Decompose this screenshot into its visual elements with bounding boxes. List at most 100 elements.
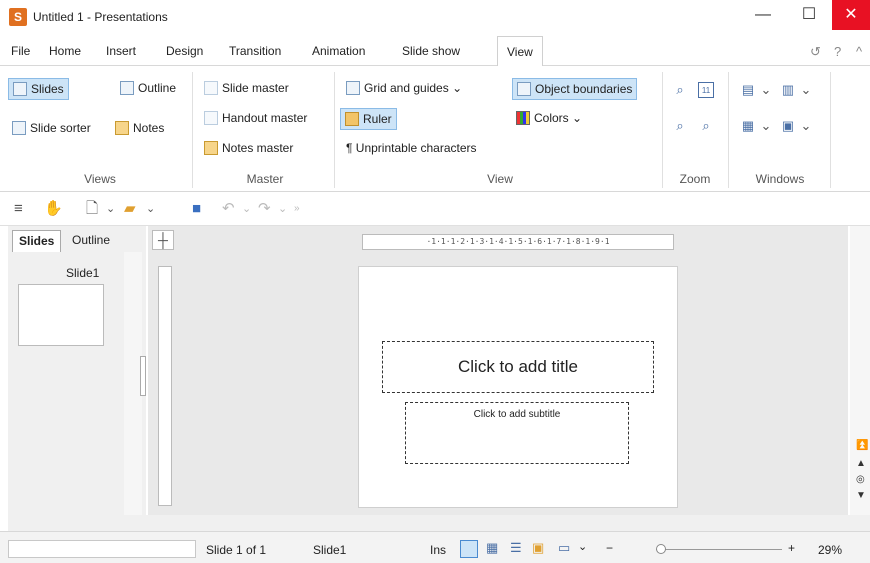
switch-window-icon[interactable]: ▣ [780, 118, 796, 134]
collapse-ribbon-icon[interactable]: ^ [856, 44, 862, 59]
object-boundaries-icon [517, 82, 531, 96]
chevron-down-icon[interactable]: ⌄ [758, 82, 774, 98]
slide-sorter-button[interactable]: Slide sorter [8, 118, 95, 140]
overflow-icon[interactable]: » [294, 200, 300, 218]
tab-view[interactable]: View [497, 36, 543, 67]
save-icon[interactable]: ■ [192, 200, 201, 218]
chevron-down-icon[interactable]: ⌄ [798, 82, 814, 98]
hand-pointer-icon[interactable]: ✋ [44, 200, 63, 218]
zoom-slider-handle[interactable] [656, 544, 666, 554]
slide-thumbnail[interactable] [18, 284, 104, 346]
notes-master-label: Notes master [222, 141, 294, 155]
status-message-field [8, 540, 196, 558]
redo-icon[interactable]: ↷ [258, 200, 271, 218]
object-boundaries-button[interactable]: Object boundaries [512, 78, 638, 100]
horizontal-scrollbar[interactable] [8, 515, 870, 531]
close-button[interactable]: ✕ [832, 0, 870, 30]
tab-animation[interactable]: Animation [312, 44, 365, 58]
colors-button[interactable]: Colors ⌄ [512, 108, 586, 130]
zoom-search-icon[interactable]: ⌕ [672, 82, 688, 98]
vertical-scrollbar[interactable] [850, 226, 870, 515]
quick-access-toolbar: ≡ ✋ 🗋 ⌄ ▰ ⌄ ■ ↶ ⌄ ↷ ⌄ » [0, 192, 870, 226]
slideshow-icon[interactable]: ▭ [558, 540, 570, 556]
group-divider [728, 72, 729, 188]
outline-view-button[interactable]: Outline [116, 78, 180, 100]
ruler-corner-icon[interactable]: ┼ [152, 230, 174, 250]
title-bar: S Untitled 1 - Presentations — ☐ ✕ [0, 0, 870, 36]
slides-view-icon[interactable] [460, 540, 478, 558]
slides-view-label: Slides [31, 82, 64, 96]
pane-splitter-handle[interactable] [140, 356, 146, 396]
page-zoom-icon[interactable]: 11 [698, 82, 714, 98]
zoom-slider-track[interactable] [656, 549, 782, 550]
tab-transition[interactable]: Transition [229, 44, 281, 58]
slide-sorter-icon [12, 121, 26, 135]
ruler-toggle-button[interactable]: Ruler [340, 108, 397, 130]
first-page-icon[interactable]: ⏫ [856, 440, 868, 451]
subtitle-placeholder[interactable]: Click to add subtitle [405, 402, 629, 464]
outline-view-icon [120, 81, 134, 95]
notes-view-button[interactable]: Notes [111, 118, 168, 140]
menu-hamburger-icon[interactable]: ≡ [14, 200, 23, 218]
notes-master-icon [204, 141, 218, 155]
slide-master-label: Slide master [222, 81, 289, 95]
object-boundaries-label: Object boundaries [535, 82, 633, 96]
slide-position-text: Slide 1 of 1 [206, 543, 267, 557]
colors-label: Colors [534, 111, 569, 125]
chevron-down-icon[interactable]: ⌄ [578, 540, 587, 553]
title-placeholder[interactable]: Click to add title [382, 341, 654, 393]
group-divider [830, 72, 831, 188]
arrange-window-icon[interactable]: ▦ [740, 118, 756, 134]
undo-history-icon[interactable]: ↺ [810, 44, 821, 60]
undo-icon[interactable]: ↶ [222, 200, 235, 218]
notes-view-label: Notes [133, 121, 165, 135]
outline-view-icon[interactable]: ☰ [510, 540, 522, 556]
previous-page-icon[interactable]: ▲ [856, 458, 866, 469]
chevron-down-icon: ⌄ [448, 81, 463, 95]
chevron-down-icon[interactable]: ⌄ [146, 200, 155, 218]
group-divider [334, 72, 335, 188]
slide-master-button[interactable]: Slide master [200, 78, 293, 100]
open-folder-icon[interactable]: ▰ [124, 200, 136, 218]
split-window-icon[interactable]: ▤ [740, 82, 756, 98]
window-layout-icon[interactable]: ▥ [780, 82, 796, 98]
minimize-button[interactable]: — [740, 0, 786, 30]
zoom-level-text[interactable]: 29% [818, 543, 842, 557]
insert-mode-text[interactable]: Ins [430, 543, 446, 557]
slide-sorter-icon[interactable]: ▦ [486, 540, 498, 556]
tab-design[interactable]: Design [166, 44, 203, 58]
zoom-out-icon[interactable]: ⌕ [672, 118, 688, 134]
tab-file[interactable]: File [11, 44, 30, 58]
browse-object-icon[interactable]: ◎ [856, 474, 865, 485]
pilcrow-icon: ¶ [346, 141, 356, 155]
handout-master-button[interactable]: Handout master [200, 108, 311, 130]
window-title: Untitled 1 - Presentations [33, 10, 168, 24]
chevron-down-icon[interactable]: ⌄ [242, 200, 251, 218]
new-document-icon[interactable]: 🗋 [86, 200, 98, 218]
unprintable-characters-button[interactable]: ¶ Unprintable characters [342, 138, 481, 160]
notes-view-icon [115, 121, 129, 135]
chevron-down-icon[interactable]: ⌄ [758, 118, 774, 134]
maximize-button[interactable]: ☐ [786, 0, 832, 30]
chevron-down-icon[interactable]: ⌄ [798, 118, 814, 134]
pane-tab-slides[interactable]: Slides [12, 230, 62, 252]
pane-tab-outline[interactable]: Outline [66, 230, 116, 252]
notes-master-button[interactable]: Notes master [200, 138, 297, 160]
tab-home[interactable]: Home [49, 44, 81, 58]
notes-view-icon[interactable]: ▣ [532, 540, 544, 556]
slides-pane: Slides Outline Slide1 [8, 226, 146, 531]
handout-master-icon [204, 111, 218, 125]
tab-insert[interactable]: Insert [106, 44, 136, 58]
zoom-in-button[interactable]: + [788, 541, 795, 555]
grid-and-guides-button[interactable]: Grid and guides ⌄ [342, 78, 466, 100]
view-group-label: View [487, 172, 513, 186]
zoom-in-icon[interactable]: ⌕ [698, 118, 714, 134]
next-page-icon[interactable]: ▼ [856, 490, 866, 501]
zoom-out-button[interactable]: − [606, 541, 613, 555]
chevron-down-icon[interactable]: ⌄ [278, 200, 287, 218]
slides-view-button[interactable]: Slides [8, 78, 69, 100]
chevron-down-icon[interactable]: ⌄ [106, 200, 115, 218]
tab-slide-show[interactable]: Slide show [402, 44, 460, 58]
help-icon[interactable]: ? [834, 44, 841, 59]
slide-master-icon [204, 81, 218, 95]
